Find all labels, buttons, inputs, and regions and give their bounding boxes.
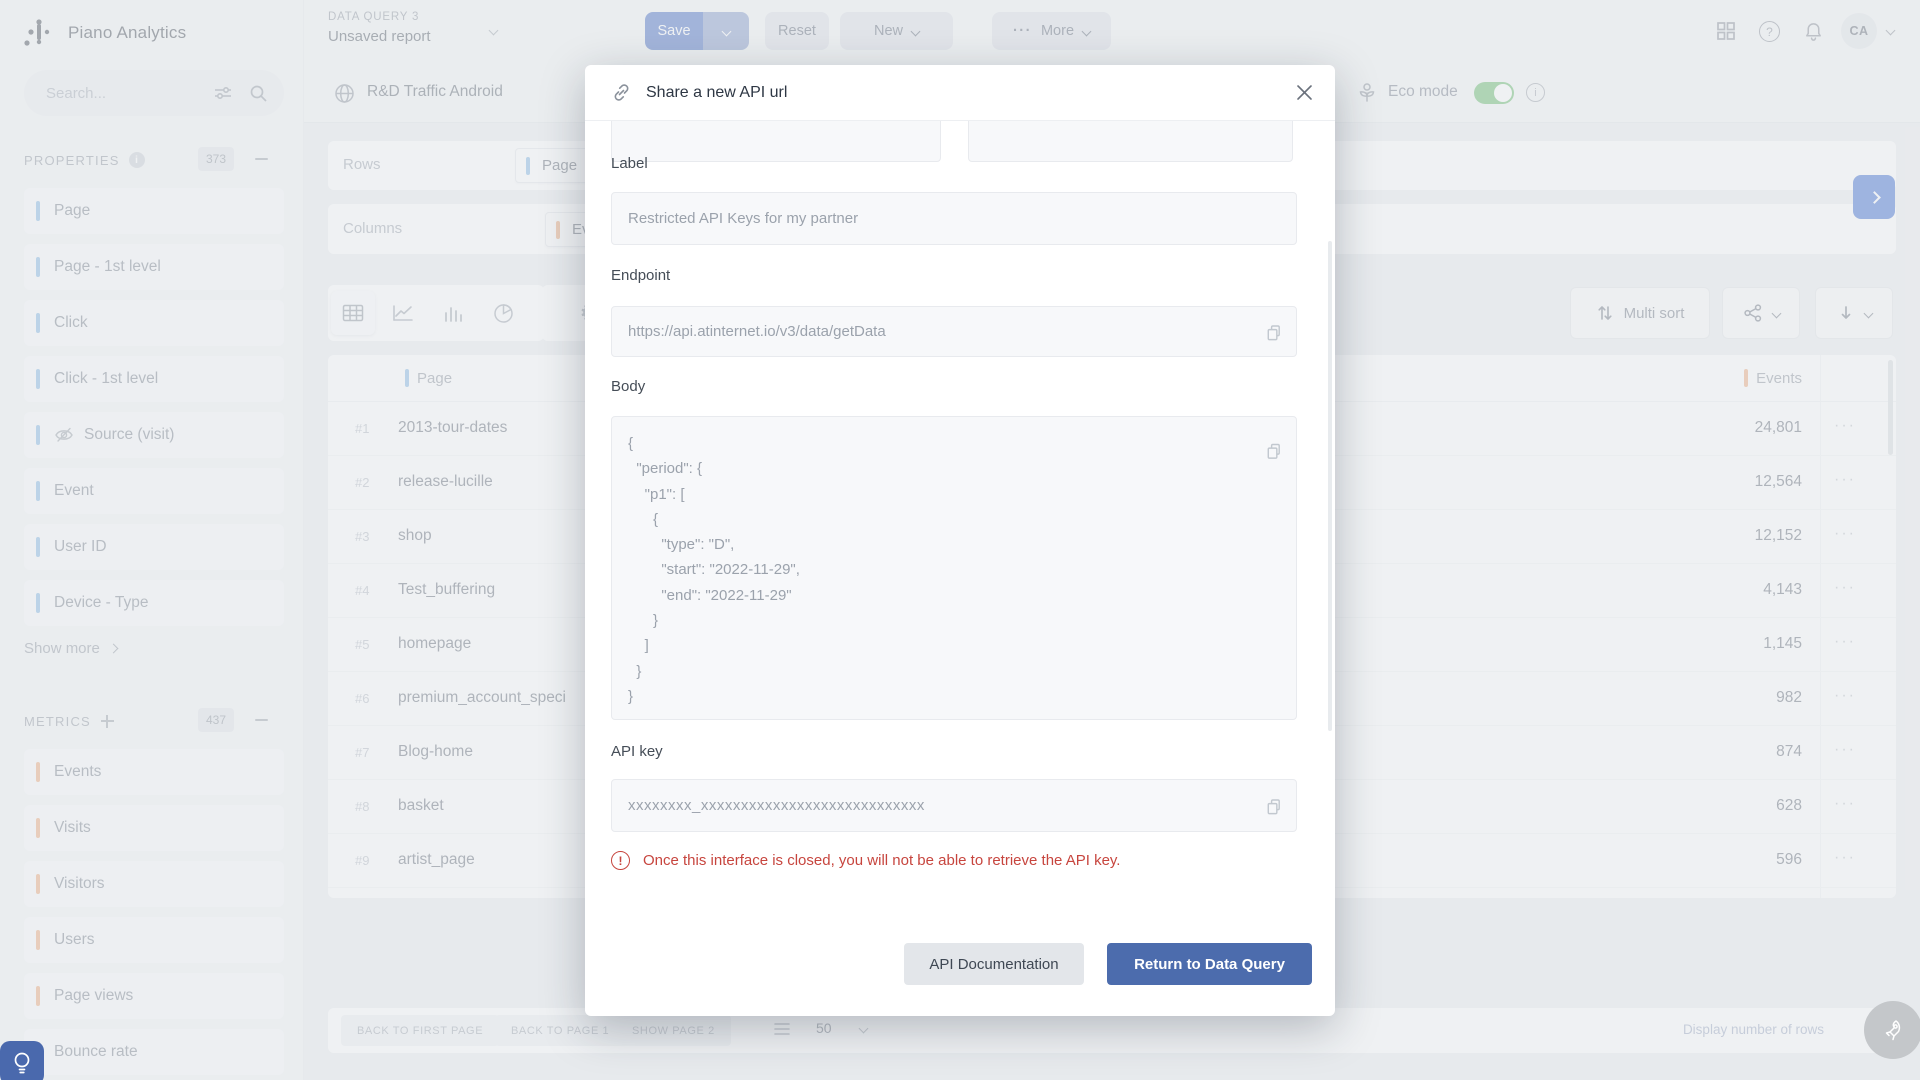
copy-icon[interactable] <box>1264 441 1283 460</box>
return-to-data-query-button[interactable]: Return to Data Query <box>1107 943 1312 985</box>
body-code-box[interactable]: { "period": { "p1": [ { "type": "D", "st… <box>611 416 1297 720</box>
modal-title: Share a new API url <box>646 84 787 102</box>
assistant-rocket-button[interactable] <box>1864 1001 1920 1059</box>
screen: Piano Analytics Search... PROPERTIES i 3… <box>0 0 1920 1080</box>
label-heading: Label <box>611 155 648 172</box>
warning-text: Once this interface is closed, you will … <box>643 852 1120 869</box>
label-input[interactable]: Restricted API Keys for my partner <box>611 192 1297 245</box>
body-heading: Body <box>611 378 645 395</box>
scrolled-field-right[interactable] <box>968 121 1293 162</box>
rocket-icon <box>1880 1017 1906 1043</box>
endpoint-value: https://api.atinternet.io/v3/data/getDat… <box>628 323 886 340</box>
link-icon <box>611 82 632 103</box>
modal-content: Label Restricted API Keys for my partner… <box>585 121 1335 943</box>
help-lightbulb-button[interactable] <box>0 1041 44 1080</box>
api-key-input[interactable]: xxxxxxxx_xxxxxxxxxxxxxxxxxxxxxxxxxxxx <box>611 779 1297 832</box>
api-documentation-button[interactable]: API Documentation <box>904 943 1084 985</box>
close-icon[interactable] <box>1296 84 1313 101</box>
endpoint-input[interactable]: https://api.atinternet.io/v3/data/getDat… <box>611 306 1297 357</box>
copy-icon[interactable] <box>1264 322 1283 341</box>
modal-scrollbar[interactable] <box>1328 241 1332 731</box>
body-json: { "period": { "p1": [ { "type": "D", "st… <box>628 431 1296 709</box>
copy-icon[interactable] <box>1264 796 1283 815</box>
lightbulb-icon <box>10 1050 34 1076</box>
api-key-warning: ! Once this interface is closed, you wil… <box>611 851 1120 870</box>
warning-icon: ! <box>611 851 630 870</box>
api-key-heading: API key <box>611 743 663 760</box>
scrolled-field-left[interactable] <box>611 121 941 162</box>
modal-header: Share a new API url <box>585 65 1335 121</box>
endpoint-heading: Endpoint <box>611 267 670 284</box>
share-api-url-modal: Share a new API url Label Restricted API… <box>585 65 1335 1016</box>
label-value: Restricted API Keys for my partner <box>628 210 858 227</box>
api-key-value: xxxxxxxx_xxxxxxxxxxxxxxxxxxxxxxxxxxxx <box>628 797 925 814</box>
